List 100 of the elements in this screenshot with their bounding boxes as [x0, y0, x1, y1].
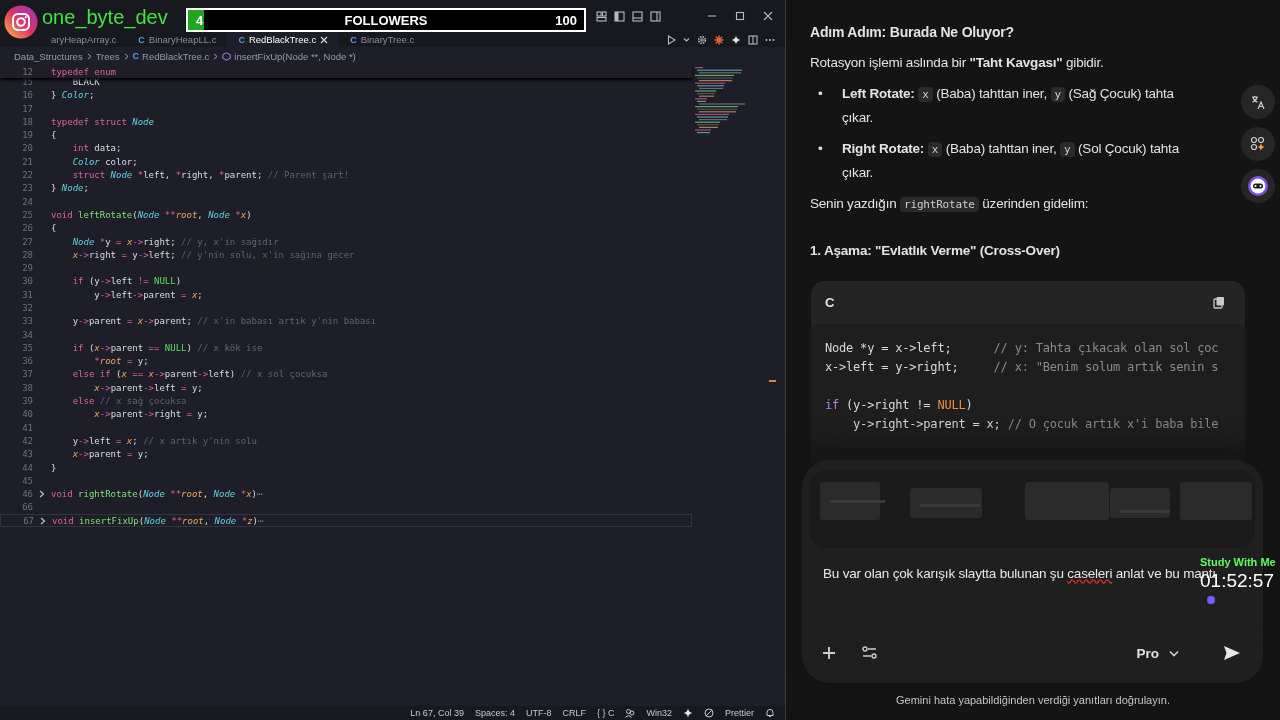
asterisk-icon[interactable]: [714, 34, 724, 45]
line-number: 40: [21, 409, 33, 420]
editor-tab[interactable]: C BinaryTree.c: [339, 32, 426, 47]
line-number: 29: [21, 263, 33, 274]
apps-button[interactable]: [1241, 127, 1275, 161]
code-line: x->parent->left = y;: [93, 382, 203, 393]
line-number: 37: [21, 369, 33, 380]
line-number: 36: [21, 356, 33, 367]
line-number: 44: [21, 462, 33, 473]
breadcrumb-item[interactable]: Trees: [95, 50, 120, 62]
line-number: 20: [21, 143, 33, 154]
language-label: C: [825, 294, 835, 312]
status-item[interactable]: { } C: [596, 708, 615, 718]
breadcrumb-item[interactable]: RedBlackTree.c: [142, 50, 210, 62]
line-number: 31: [21, 289, 33, 300]
sliders-icon[interactable]: [862, 646, 877, 660]
code-line: void rightRotate(Node **root, Node *x)⋯: [51, 489, 263, 500]
close-icon[interactable]: [320, 35, 329, 44]
robot-face-icon: [1247, 175, 1269, 197]
editor-tab[interactable]: C BinaryHeapLL.c: [127, 32, 228, 47]
add-icon[interactable]: [822, 646, 836, 660]
code-line: } Color;: [51, 90, 95, 101]
line-number: 46: [21, 489, 33, 500]
run-icon[interactable]: [667, 34, 676, 45]
code-line: Node *y = x->left; // y: Tahta çıkacak olan sol çoc: [825, 340, 1220, 357]
code-line: if (y->right != NULL): [825, 397, 974, 414]
code-line: typedef struct Node: [51, 116, 154, 127]
editor-tab[interactable]: C RedBlackTree.c: [227, 32, 340, 47]
chevron-icon[interactable]: [39, 490, 45, 499]
breadcrumb-item[interactable]: insertFixUp(Node **, Node *): [234, 50, 356, 62]
panel-toggle-icon[interactable]: [632, 10, 643, 22]
code-line: else if (x == x->parent->left) // x sol çocuksa: [71, 369, 328, 380]
status-item[interactable]: Win32: [646, 708, 672, 718]
sparkle-icon[interactable]: [683, 708, 693, 718]
code-line: y->right->parent = x; // O çocuk artık x'i baba bile: [852, 416, 1220, 433]
code-line: x->right = y->left; // y'nin solu, x'in sağına gecer: [71, 249, 355, 260]
status-item[interactable]: Prettier: [725, 708, 754, 718]
code-line: typedef enum: [51, 66, 117, 77]
code-line: else // x sağ çocuksa: [71, 396, 187, 407]
line-number: 18: [21, 116, 33, 127]
breadcrumb-item[interactable]: Data_Structures: [14, 50, 83, 62]
code-line: struct Node *left, *right, *parent; // Parent şart!: [71, 170, 350, 180]
line-number: 23: [21, 183, 33, 194]
assistant-button[interactable]: [1241, 169, 1275, 203]
model-picker[interactable]: Pro: [1136, 645, 1179, 661]
copy-icon[interactable]: [1213, 296, 1225, 309]
follower-goal: 100: [555, 13, 577, 28]
accounts-icon[interactable]: [625, 708, 636, 718]
line-number: 32: [21, 303, 33, 313]
close-icon[interactable]: [763, 11, 773, 21]
more-icon[interactable]: [765, 37, 775, 42]
status-item[interactable]: Spaces: 4: [474, 708, 515, 718]
code-line: BLACK: [72, 76, 100, 87]
layout-icon[interactable]: [596, 10, 607, 22]
code-line: *root = y;: [93, 356, 149, 367]
caret-icon[interactable]: [683, 36, 690, 43]
chevron-icon: [213, 52, 219, 60]
bell-icon[interactable]: [765, 708, 775, 718]
editor-tab[interactable]: aryHeapArray.c: [40, 32, 128, 47]
bullet-text: Right Rotate: x (Baba) tahttan iner, y (Sol Çocuk) tahta çıkar.: [842, 140, 1180, 182]
code-line: x->left = y->right; // x: "Benim solum artık senin s: [825, 359, 1220, 376]
scrollbar-marker: [769, 380, 776, 382]
line-number: 21: [21, 156, 33, 167]
apps-icon: [1250, 136, 1266, 152]
code-line: y->left = x; // x artık y'nin solu: [71, 435, 257, 446]
settings-icon[interactable]: [697, 34, 707, 45]
line-number: 17: [21, 103, 33, 114]
chevron-icon[interactable]: [40, 516, 46, 525]
code-line: y->parent = x->parent; // x'in babası artık y'nin babası: [71, 316, 377, 327]
send-icon[interactable]: [1223, 645, 1241, 661]
line-number: 66: [21, 502, 33, 513]
cube-icon: [222, 51, 232, 61]
status-item[interactable]: CRLF: [562, 708, 586, 718]
sidebar-toggle-icon[interactable]: [614, 10, 625, 22]
prohibited-icon[interactable]: [704, 708, 714, 718]
code-line: }: [51, 462, 57, 473]
line-number: 12: [21, 66, 33, 77]
line-number: 27: [21, 236, 33, 247]
maximize-icon[interactable]: [735, 11, 745, 21]
status-dot: [1207, 596, 1215, 604]
code-line: } Node;: [51, 183, 89, 194]
line-number: 43: [21, 449, 33, 460]
follower-count: 4: [196, 13, 204, 28]
status-item[interactable]: UTF-8: [525, 708, 552, 718]
status-item[interactable]: Ln 67, Col 39: [410, 708, 464, 718]
camera-icon: [4, 5, 38, 39]
split-editor-icon[interactable]: [748, 34, 758, 45]
line-number: 41: [21, 422, 33, 433]
chevron-icon: [86, 52, 92, 60]
timer-label: Study With Me: [1200, 556, 1276, 568]
secondary-sidebar-icon[interactable]: [650, 10, 661, 22]
line-number: 67: [22, 515, 34, 526]
translate-button[interactable]: [1241, 85, 1275, 119]
line-number: 30: [21, 276, 33, 287]
code-line: Color color;: [71, 156, 138, 167]
line-number: 15: [21, 76, 33, 87]
paragraph-text: Senin yazdığın rightRotate üzerinden gidelim:: [810, 195, 1090, 214]
code-line: void leftRotate(Node **root, Node *x): [51, 209, 252, 220]
sparkle-icon[interactable]: [731, 34, 741, 45]
code-line: {: [51, 223, 57, 234]
